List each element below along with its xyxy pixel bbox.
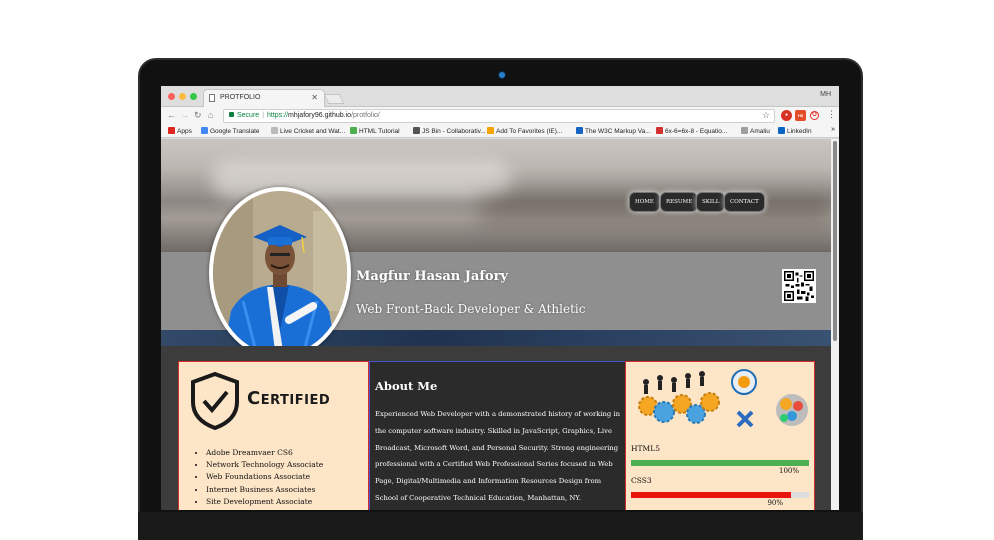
reload-icon[interactable]: ↻ (194, 110, 202, 121)
skill-percent: 100% (778, 467, 799, 475)
extension-opera-icon[interactable]: O (810, 111, 819, 120)
bookmark-item[interactable]: 6x-6=6x-8 - Equatio... (656, 127, 727, 135)
about-panel: About Me Experienced Web Developer with … (369, 361, 625, 510)
bookmark-favicon-icon (413, 127, 420, 134)
about-title: About Me (375, 379, 438, 393)
bookmark-star-icon[interactable]: ☆ (762, 110, 770, 121)
nav-home-button[interactable]: HOME (629, 192, 660, 212)
more-bookmarks-button[interactable]: » (831, 126, 835, 133)
scrollbar-thumb[interactable] (833, 141, 837, 341)
list-item: Site Development Associate (206, 496, 323, 508)
skills-panel: HTML5 100% CSS3 90% (625, 361, 815, 510)
skill-progress-bar (631, 492, 792, 498)
list-item: Adobe Dreamvaer CS6 (206, 447, 323, 459)
secure-label: Secure (237, 112, 260, 119)
bookmark-item[interactable]: The W3C Markup Va... (576, 127, 651, 135)
bookmark-label: JS Bin - Collaborativ... (422, 128, 486, 135)
page-scrollbar[interactable] (831, 139, 839, 510)
bookmark-label: LinkedIn (787, 128, 812, 135)
bookmark-item[interactable]: Live Cricket and Wat... (271, 127, 345, 135)
bookmarks-bar: » Apps Google Translate Live Cricket and W… (161, 125, 839, 138)
bookmark-label: Amaliu (750, 128, 770, 135)
url-scheme: https:// (267, 112, 289, 119)
bookmark-item[interactable]: Add To Favorites (IE)... (487, 127, 562, 135)
profile-avatar (209, 187, 351, 359)
certified-title: Certified (247, 388, 331, 409)
list-item: Web Foundations Associate (206, 471, 323, 483)
skill-progress-bar (631, 460, 809, 466)
bookmark-item[interactable]: Google Translate (201, 127, 260, 135)
bookmark-favicon-icon (271, 127, 278, 134)
profile-initials[interactable]: MH (820, 91, 831, 98)
page-icon (209, 94, 215, 102)
nav-contact-button[interactable]: CONTACT (724, 192, 765, 212)
list-item: Internet Business Associates (206, 484, 323, 496)
laptop-screen: PROTFOLIO ✕ MH ← → ↻ ⌂ Secure | https://mh… (161, 86, 839, 510)
window-minimize-button[interactable] (179, 93, 186, 100)
skill-css3: CSS3 90% (631, 476, 809, 507)
lock-icon (229, 112, 234, 117)
browser-tab[interactable]: PROTFOLIO ✕ (203, 89, 325, 107)
bookmark-label: Live Cricket and Wat... (280, 128, 346, 135)
window-close-button[interactable] (168, 93, 175, 100)
bookmark-favicon-icon (741, 127, 748, 134)
skill-progress-track (631, 492, 809, 498)
bookmark-favicon-icon (576, 127, 583, 134)
bookmark-item[interactable]: HTML Tutorial (350, 127, 400, 135)
url-host: mhjafory96.github.io (288, 112, 352, 119)
back-icon[interactable]: ← (167, 110, 176, 120)
forward-icon[interactable]: → (180, 110, 189, 120)
bookmark-item[interactable]: JS Bin - Collaborativ... (413, 127, 486, 135)
skill-html5: HTML5 100% (631, 444, 809, 475)
bookmark-item[interactable]: Amaliu (741, 127, 770, 135)
bookmark-label: Google Translate (210, 128, 260, 135)
browser-toolbar: ← → ↻ ⌂ Secure | https://mhjafory96.github… (161, 107, 839, 125)
window-maximize-button[interactable] (190, 93, 197, 100)
page-viewport: HOME RESUME SKILL CONTACT Magfur Hasan J… (161, 139, 831, 510)
bookmark-label: 6x-6=6x-8 - Equatio... (665, 128, 728, 135)
skill-name: HTML5 (631, 444, 660, 453)
bookmark-favicon-icon (168, 127, 175, 134)
skill-name: CSS3 (631, 476, 652, 485)
new-tab-button[interactable] (323, 94, 345, 104)
bookmark-label: The W3C Markup Va... (585, 128, 651, 135)
skill-progress-track (631, 460, 809, 466)
profile-tagline: Web Front-Back Developer & Athletic (356, 302, 586, 316)
content-section: Certified Adobe Dreamvaer CS6 Network Te… (161, 346, 831, 510)
certification-list: Adobe Dreamvaer CS6 Network Technology A… (206, 447, 323, 508)
bookmark-favicon-icon (487, 127, 494, 134)
bookmark-label: Apps (177, 128, 192, 135)
nav-resume-button[interactable]: RESUME (660, 192, 699, 212)
laptop-base (138, 512, 863, 540)
tab-title: PROTFOLIO (220, 94, 261, 101)
nav-skill-button[interactable]: SKILL (696, 192, 726, 212)
address-bar[interactable]: Secure | https://mhjafory96.github.io/prot… (223, 109, 775, 123)
browser-tab-strip: PROTFOLIO ✕ MH (161, 86, 839, 107)
gears-teamwork-illustration (638, 369, 808, 428)
about-text: Experienced Web Developer with a demonst… (375, 410, 620, 502)
close-tab-icon[interactable]: ✕ (311, 93, 318, 102)
certified-panel: Certified Adobe Dreamvaer CS6 Network Te… (178, 361, 369, 510)
bookmark-label: Add To Favorites (IE)... (496, 128, 563, 135)
bookmark-item[interactable]: Apps (168, 127, 192, 135)
home-icon[interactable]: ⌂ (208, 110, 213, 120)
bookmark-favicon-icon (201, 127, 208, 134)
url-path: /protfolio/ (351, 112, 380, 119)
bookmark-label: HTML Tutorial (359, 128, 400, 135)
bookmark-favicon-icon (350, 127, 357, 134)
webcam (499, 72, 505, 78)
list-item: Network Technology Associate (206, 459, 323, 471)
bookmark-item[interactable]: LinkedIn (778, 127, 812, 135)
qr-code-icon[interactable] (782, 269, 816, 303)
profile-name: Magfur Hasan Jafory (356, 269, 508, 284)
bookmark-favicon-icon (656, 127, 663, 134)
skill-percent: 90% (767, 499, 783, 507)
extension-html5-icon[interactable]: H5 (795, 110, 806, 121)
extension-adblock-icon[interactable]: ● (781, 110, 792, 121)
address-separator: | (262, 112, 265, 119)
bookmark-favicon-icon (778, 127, 785, 134)
browser-menu-icon[interactable]: ⋮ (827, 109, 836, 120)
stage: PROTFOLIO ✕ MH ← → ↻ ⌂ Secure | https://mh… (0, 0, 994, 540)
